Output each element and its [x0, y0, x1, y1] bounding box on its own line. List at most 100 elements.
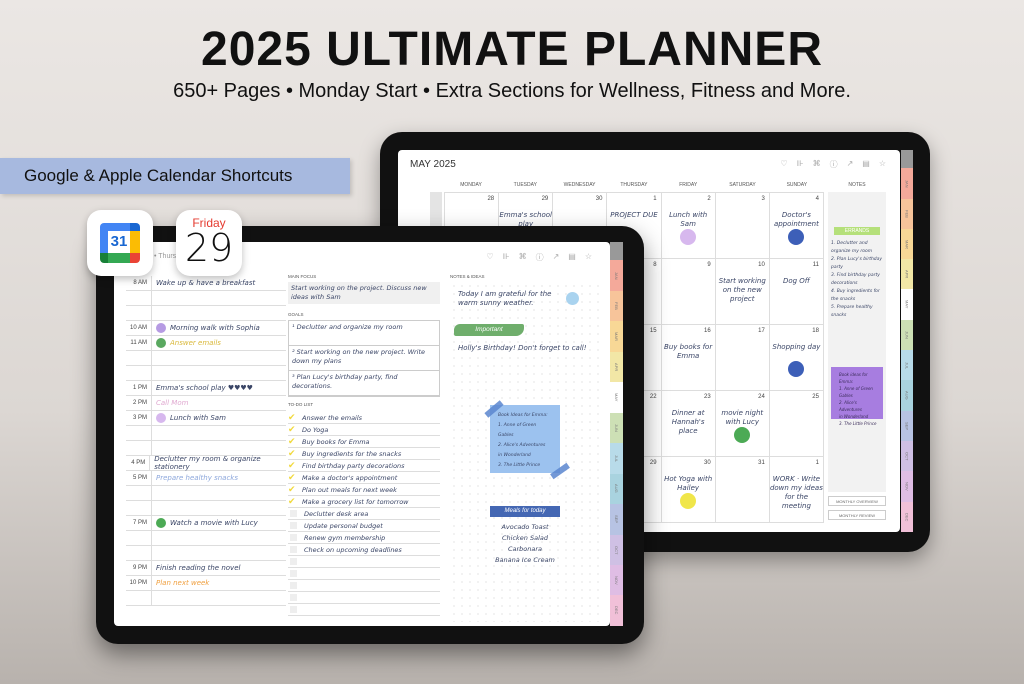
notes-column[interactable]: ERRANDS 1. Declutter and organize my roo… — [828, 192, 886, 492]
month-tab-dec[interactable]: DEC — [610, 595, 623, 626]
book-ideas-note[interactable]: Book Ideas for Emma: 1. Anne of Green Gab… — [490, 405, 560, 473]
info-icon[interactable]: ⓘ — [830, 159, 838, 170]
checkbox[interactable] — [290, 606, 297, 613]
month-tab-apr[interactable]: APR — [901, 259, 913, 290]
calendar-day-cell[interactable]: 18 Shopping day — [769, 325, 824, 391]
checkbox[interactable] — [290, 510, 297, 517]
schedule-row[interactable] — [126, 366, 286, 381]
month-tab-oct[interactable]: OCT — [901, 441, 913, 472]
schedule-row[interactable]: 8 AM Wake up & have a breakfast — [126, 276, 286, 291]
schedule-row[interactable]: 2 PM Call Mom — [126, 396, 286, 411]
todo-item[interactable] — [288, 604, 440, 616]
goal-item[interactable]: ³ Plan Lucy's birthday party, find decor… — [289, 371, 439, 396]
todo-item[interactable]: Update personal budget — [288, 520, 440, 532]
calendar-day-cell[interactable]: 1 WORK · Write down my ideas for the meet… — [769, 457, 824, 523]
apple-calendar-icon[interactable]: Friday 29 — [176, 210, 242, 276]
checkbox[interactable] — [290, 558, 297, 565]
month-tab-apr[interactable]: APR — [610, 351, 623, 383]
star-icon[interactable]: ☆ — [879, 159, 886, 170]
todo-item[interactable]: ✔ Find birthday party decorations — [288, 460, 440, 472]
month-tab-sep[interactable]: SEP — [901, 410, 913, 441]
checkbox[interactable] — [290, 570, 297, 577]
calendar-day-cell[interactable]: 30 Hot Yoga with Hailey — [661, 457, 716, 523]
month-tab-feb[interactable]: FEB — [901, 198, 913, 229]
schedule-row[interactable] — [126, 351, 286, 366]
schedule-row[interactable]: 11 AM Answer emails — [126, 336, 286, 351]
schedule-row[interactable]: 10 PM Plan next week — [126, 576, 286, 591]
schedule-row[interactable]: 10 AM Morning walk with Sophia — [126, 321, 286, 336]
schedule-row[interactable] — [126, 441, 286, 456]
todo-item[interactable]: ✔ Buy books for Emma — [288, 436, 440, 448]
goal-item[interactable]: ² Start working on the new project. Writ… — [289, 346, 439, 371]
month-tab-jul[interactable]: JUL — [901, 350, 913, 381]
calendar-day-cell[interactable]: 31 — [715, 457, 770, 523]
month-tab-mar[interactable]: MAR — [901, 228, 913, 260]
calendar-day-cell[interactable]: 4 Doctor's appointment — [769, 193, 824, 259]
calendar-day-cell[interactable]: 2 Lunch with Sam — [661, 193, 716, 259]
month-tab-aug[interactable]: AUG — [610, 473, 623, 505]
schedule-row[interactable]: 4 PM Declutter my room & organize station… — [126, 455, 286, 471]
monthly-overview-button[interactable]: MONTHLY OVERVIEW — [828, 496, 886, 506]
todo-item[interactable]: ✔ Make a doctor's appointment — [288, 472, 440, 484]
calendar-day-cell[interactable]: 24 movie night with Lucy — [715, 391, 770, 457]
trend-icon[interactable]: ↗ — [553, 252, 560, 263]
schedule-row[interactable] — [126, 486, 286, 501]
google-calendar-icon[interactable]: 31 — [87, 210, 153, 276]
schedule-row[interactable] — [126, 306, 286, 321]
calendar-day-cell[interactable]: 16 Buy books for Emma — [661, 325, 716, 391]
checkbox[interactable] — [290, 522, 297, 529]
month-tab-feb[interactable]: FEB — [610, 290, 623, 322]
dumbbell-icon[interactable]: ⊪ — [503, 252, 510, 263]
meal-icon[interactable]: ⌘ — [813, 159, 821, 170]
month-tab-mar[interactable]: MAR — [610, 321, 623, 352]
schedule-row[interactable]: 9 PM Finish reading the novel — [126, 561, 286, 576]
todo-item[interactable] — [288, 580, 440, 592]
todo-item[interactable]: ✔ Make a grocery list for tomorrow — [288, 496, 440, 508]
checkmark-icon[interactable]: ✔ — [288, 448, 298, 459]
month-tab-jan[interactable]: JAN — [610, 260, 623, 291]
main-focus-field[interactable]: Start working on the project. Discuss ne… — [288, 282, 440, 304]
schedule-row[interactable] — [126, 426, 286, 441]
checkbox[interactable] — [290, 534, 297, 541]
checkmark-icon[interactable]: ✔ — [288, 412, 298, 423]
todo-item[interactable]: ✔ Answer the emails — [288, 412, 440, 424]
month-tab-may[interactable]: MAY — [901, 289, 913, 320]
month-tab-oct[interactable]: OCT — [610, 534, 623, 565]
todo-item[interactable] — [288, 568, 440, 580]
checkmark-icon[interactable]: ✔ — [288, 424, 298, 435]
calendar-day-cell[interactable]: 25 — [769, 391, 824, 457]
notes-area[interactable]: Today I am grateful for the warm sunny w… — [450, 282, 600, 622]
month-tab-nov[interactable]: NOV — [610, 564, 623, 596]
schedule-row[interactable] — [126, 501, 286, 516]
calendar-day-cell[interactable]: 10 Start working on the new project — [715, 259, 770, 325]
month-tab-jun[interactable]: JUN — [610, 412, 623, 444]
star-icon[interactable]: ☆ — [585, 252, 592, 263]
month-tab-jun[interactable]: JUN — [901, 319, 913, 351]
calendar-day-cell[interactable]: 17 — [715, 325, 770, 391]
checkmark-icon[interactable]: ✔ — [288, 484, 298, 495]
calendar-day-cell[interactable]: 11 Dog Off — [769, 259, 824, 325]
heart-icon[interactable]: ♡ — [486, 252, 493, 263]
todo-item[interactable]: ✔ Buy ingredients for the snacks — [288, 448, 440, 460]
schedule-row[interactable] — [126, 591, 286, 606]
dumbbell-icon[interactable]: ⊪ — [797, 159, 804, 170]
checkbox[interactable] — [290, 594, 297, 601]
month-tab-nov[interactable]: NOV — [901, 471, 913, 502]
todo-item[interactable]: ✔ Plan out meals for next week — [288, 484, 440, 496]
schedule-row[interactable] — [126, 546, 286, 561]
checkbox[interactable] — [290, 582, 297, 589]
calendar-tab-icon[interactable] — [610, 242, 623, 261]
checkmark-icon[interactable]: ✔ — [288, 472, 298, 483]
month-tab-aug[interactable]: AUG — [901, 380, 913, 411]
calendar-day-cell[interactable]: 9 — [661, 259, 716, 325]
calendar-tab-icon[interactable] — [901, 150, 913, 169]
schedule-row[interactable]: 3 PM Lunch with Sam — [126, 411, 286, 426]
month-tab-jul[interactable]: JUL — [610, 443, 623, 474]
goal-item[interactable]: ¹ Declutter and organize my room — [289, 321, 439, 346]
info-icon[interactable]: ⓘ — [536, 252, 544, 263]
schedule-row[interactable]: 5 PM Prepare healthy snacks — [126, 471, 286, 486]
todo-item[interactable] — [288, 592, 440, 604]
document-icon[interactable]: ▤ — [862, 159, 870, 170]
checkmark-icon[interactable]: ✔ — [288, 460, 298, 471]
schedule-row[interactable] — [126, 531, 286, 546]
